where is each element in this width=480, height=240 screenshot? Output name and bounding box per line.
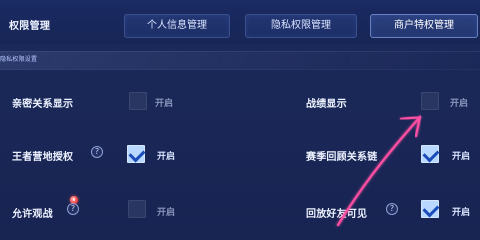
setting-label-battle-record: 战绩显示	[306, 99, 347, 110]
page-title: 权限管理	[9, 21, 51, 32]
tab-merchant-privileges[interactable]: 商户特权管理	[370, 14, 478, 38]
tab-merchant-privileges-label: 商户特权管理	[394, 20, 454, 31]
checkbox-king-camp[interactable]	[127, 145, 146, 163]
privacy-section-label: 隐私权限设置	[0, 56, 38, 63]
checkbox-battle-record[interactable]	[421, 92, 439, 110]
setting-state-battle-record: 开启	[450, 99, 469, 109]
setting-state-king-camp: 开启	[157, 152, 176, 162]
privacy-section-bar: 隐私权限设置	[0, 51, 480, 70]
checkmark-icon	[128, 145, 146, 163]
checkmark-icon	[422, 145, 440, 163]
checkbox-season-review[interactable]	[421, 145, 440, 163]
checkmark-icon	[422, 200, 440, 218]
help-icon[interactable]: ?	[91, 146, 103, 158]
tab-personal-info-label: 个人信息管理	[147, 20, 207, 31]
setting-label-season-review: 赛季回顾关系链	[306, 152, 378, 163]
checkbox-intimacy[interactable]	[129, 92, 147, 110]
setting-label-spectate: 允许观战	[12, 209, 53, 220]
help-icon[interactable]: ?	[67, 203, 79, 215]
tab-privacy-permissions[interactable]: 隐私权限管理	[245, 14, 357, 38]
help-icon[interactable]: ?	[386, 203, 398, 215]
tab-personal-info[interactable]: 个人信息管理	[124, 14, 230, 38]
setting-state-season-review: 开启	[452, 152, 471, 162]
setting-state-intimacy: 开启	[155, 99, 174, 109]
setting-label-intimacy: 亲密关系显示	[12, 99, 74, 110]
setting-state-replay-friends: 开启	[452, 208, 471, 218]
setting-label-replay-friends: 回放好友可见	[306, 209, 368, 220]
checkbox-spectate[interactable]	[128, 200, 146, 218]
setting-label-king-camp: 王者营地授权	[12, 152, 74, 163]
tab-privacy-permissions-label: 隐私权限管理	[271, 20, 331, 31]
top-bar: 权限管理 个人信息管理 隐私权限管理 商户特权管理	[0, 0, 480, 44]
setting-state-spectate: 开启	[157, 208, 176, 218]
checkbox-replay-friends[interactable]	[421, 200, 440, 218]
